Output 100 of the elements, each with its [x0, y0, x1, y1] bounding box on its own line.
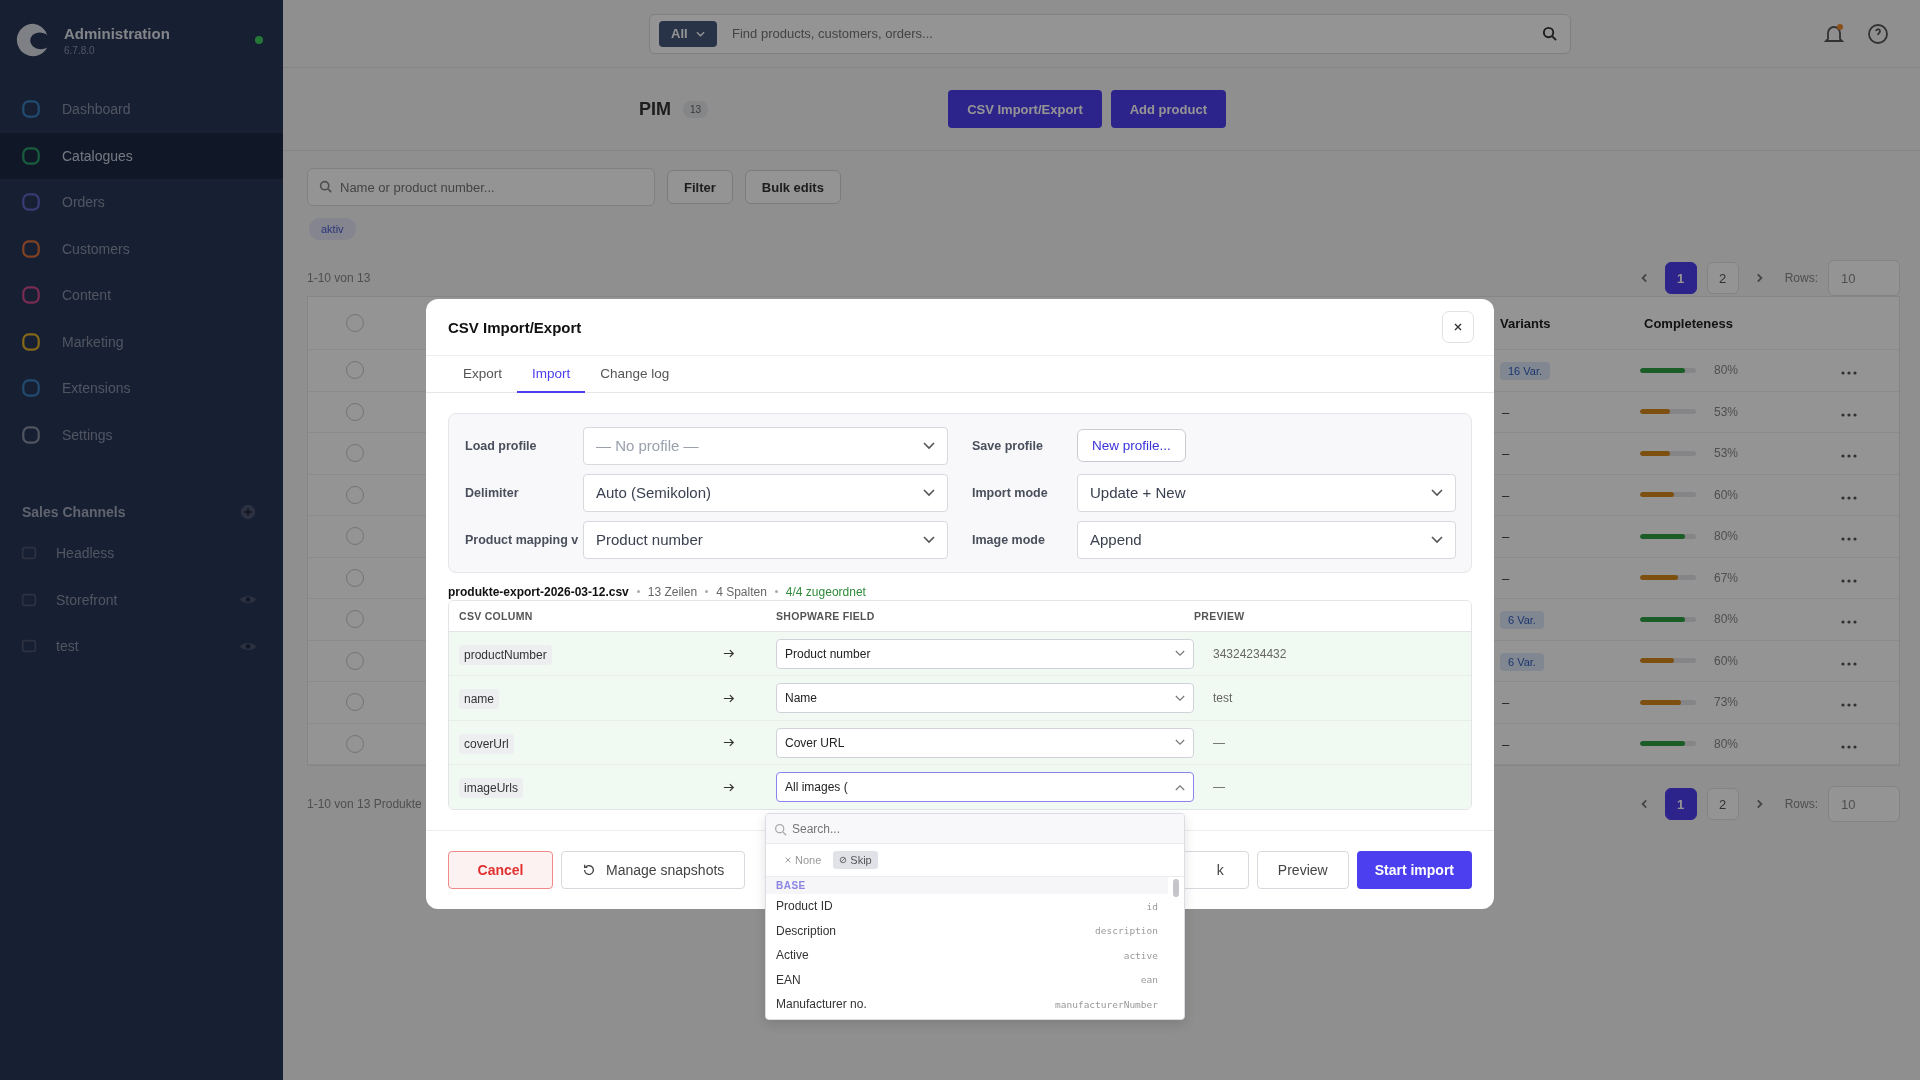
- field-option[interactable]: Product ID id: [766, 894, 1168, 919]
- field-select[interactable]: Name: [776, 683, 1194, 714]
- chevron-up-icon: [1175, 783, 1185, 791]
- more-icon[interactable]: [1841, 454, 1857, 459]
- arrow-icon: [723, 693, 735, 703]
- filter-chip[interactable]: aktiv: [309, 218, 356, 240]
- chevron-down-icon: [923, 441, 935, 450]
- csv-column-chip: imageUrls: [459, 778, 523, 799]
- scrollbar-thumb[interactable]: [1173, 879, 1179, 897]
- select-field[interactable]: Update + New: [1077, 473, 1456, 512]
- header-button[interactable]: CSV Import/Export: [948, 90, 1102, 128]
- option-chip[interactable]: None: [778, 851, 828, 869]
- separator-dot: [774, 590, 778, 594]
- arrow-icon: [723, 782, 735, 792]
- field-select[interactable]: Product number: [776, 638, 1194, 669]
- preview-button[interactable]: Preview: [1256, 850, 1349, 889]
- dropdown-search-field[interactable]: Search...: [766, 814, 1184, 844]
- completeness-value: 67%: [1714, 570, 1739, 585]
- manage-snapshots-button[interactable]: Manage snapshots: [561, 850, 746, 889]
- more-icon[interactable]: [1841, 578, 1857, 583]
- arrow-icon: [723, 738, 735, 748]
- checkbox[interactable]: [346, 734, 364, 753]
- cancel-button[interactable]: Cancel: [448, 850, 553, 889]
- completeness-value: 53%: [1714, 404, 1739, 419]
- field-option[interactable]: EAN ean: [766, 967, 1168, 992]
- completeness-value: 80%: [1714, 363, 1739, 378]
- completeness-value: 53%: [1714, 446, 1739, 461]
- checkbox[interactable]: [346, 361, 364, 380]
- option-chip[interactable]: Skip: [833, 851, 878, 869]
- page-button[interactable]: 1: [1664, 788, 1697, 820]
- start-import-button[interactable]: Start import: [1356, 850, 1472, 889]
- product-search-field[interactable]: Name or product number...: [307, 168, 655, 206]
- scope-dropdown[interactable]: All: [659, 20, 717, 47]
- help-icon[interactable]: [1866, 21, 1890, 46]
- completeness-value: 80%: [1714, 612, 1739, 627]
- checkbox[interactable]: [346, 444, 364, 463]
- caret-icon: [695, 30, 705, 37]
- checkbox[interactable]: [346, 527, 364, 546]
- checkbox[interactable]: [346, 610, 364, 629]
- nav-icon: [20, 284, 42, 307]
- more-icon[interactable]: [1841, 371, 1857, 376]
- variants-cell: –: [1502, 446, 1510, 462]
- toolbar-button[interactable]: Filter: [667, 170, 733, 204]
- variants-cell: 6 Var.: [1500, 611, 1544, 630]
- checkbox[interactable]: [346, 651, 364, 670]
- row-count: 13 Zeilen: [647, 584, 698, 599]
- more-icon[interactable]: [1841, 412, 1857, 417]
- variants-cell: –: [1502, 736, 1510, 752]
- page-button[interactable]: 1: [1664, 262, 1697, 294]
- tab[interactable]: Change log: [585, 356, 685, 394]
- tab[interactable]: Export: [448, 356, 518, 394]
- close-button[interactable]: [1442, 311, 1474, 344]
- variants-cell: –: [1502, 404, 1510, 420]
- nav-icon: [20, 98, 42, 121]
- more-icon[interactable]: [1841, 703, 1857, 708]
- page-button[interactable]: 2: [1706, 788, 1739, 820]
- checkbox[interactable]: [346, 314, 364, 332]
- more-icon[interactable]: [1841, 620, 1857, 625]
- dialog-title: CSV Import/Export: [448, 318, 582, 336]
- nav-item[interactable]: Catalogues: [0, 132, 283, 179]
- more-icon[interactable]: [1841, 537, 1857, 542]
- setting-label: Load profile: [465, 438, 538, 453]
- toolbar-button[interactable]: Bulk edits: [744, 170, 841, 204]
- header-button[interactable]: Add product: [1110, 90, 1226, 128]
- mapped-count: 4/4 zugeordnet: [785, 584, 866, 599]
- tab[interactable]: Import: [517, 356, 586, 394]
- select-field[interactable]: Append: [1077, 520, 1456, 559]
- field-option[interactable]: Manufacturer no. manufacturerNumber: [766, 992, 1168, 1017]
- checkbox[interactable]: [346, 485, 364, 504]
- more-icon[interactable]: [1841, 661, 1857, 666]
- completeness-value: 80%: [1714, 736, 1739, 751]
- nav-icon: [20, 144, 42, 167]
- csv-column-chip: productNumber: [459, 644, 552, 665]
- range-label: 1-10 von 13 Produkte: [307, 797, 422, 811]
- column-header: Variants: [1499, 315, 1552, 331]
- column-header: CSV COLUMN: [459, 609, 534, 622]
- group-label: BASE: [766, 877, 1168, 894]
- new-profile-button[interactable]: New profile...: [1077, 429, 1186, 463]
- field-select[interactable]: All images (: [776, 772, 1194, 803]
- checkbox[interactable]: [346, 568, 364, 587]
- search-icon: [319, 180, 332, 193]
- select-field[interactable]: Product number: [583, 520, 948, 559]
- completeness-value: 80%: [1714, 529, 1739, 544]
- checkbox[interactable]: [346, 693, 364, 712]
- more-icon[interactable]: [1841, 495, 1857, 500]
- rows-select[interactable]: 10: [1828, 260, 1900, 296]
- prohibited-icon: [839, 856, 848, 864]
- preview-value: 34324234432: [1213, 646, 1288, 661]
- page-button[interactable]: 2: [1706, 262, 1739, 294]
- chevron-down-icon: [1175, 650, 1185, 658]
- field-option[interactable]: Active active: [766, 943, 1168, 968]
- completeness-value: 73%: [1714, 695, 1739, 710]
- field-select[interactable]: Cover URL: [776, 727, 1194, 758]
- search-icon[interactable]: [1542, 25, 1557, 41]
- more-icon[interactable]: [1841, 744, 1857, 749]
- checkbox[interactable]: [346, 402, 364, 421]
- rows-select[interactable]: 10: [1828, 786, 1900, 822]
- field-option[interactable]: Description description: [766, 918, 1168, 943]
- select-field[interactable]: Auto (Semikolon): [583, 473, 948, 512]
- preview-value: —: [1213, 735, 1226, 750]
